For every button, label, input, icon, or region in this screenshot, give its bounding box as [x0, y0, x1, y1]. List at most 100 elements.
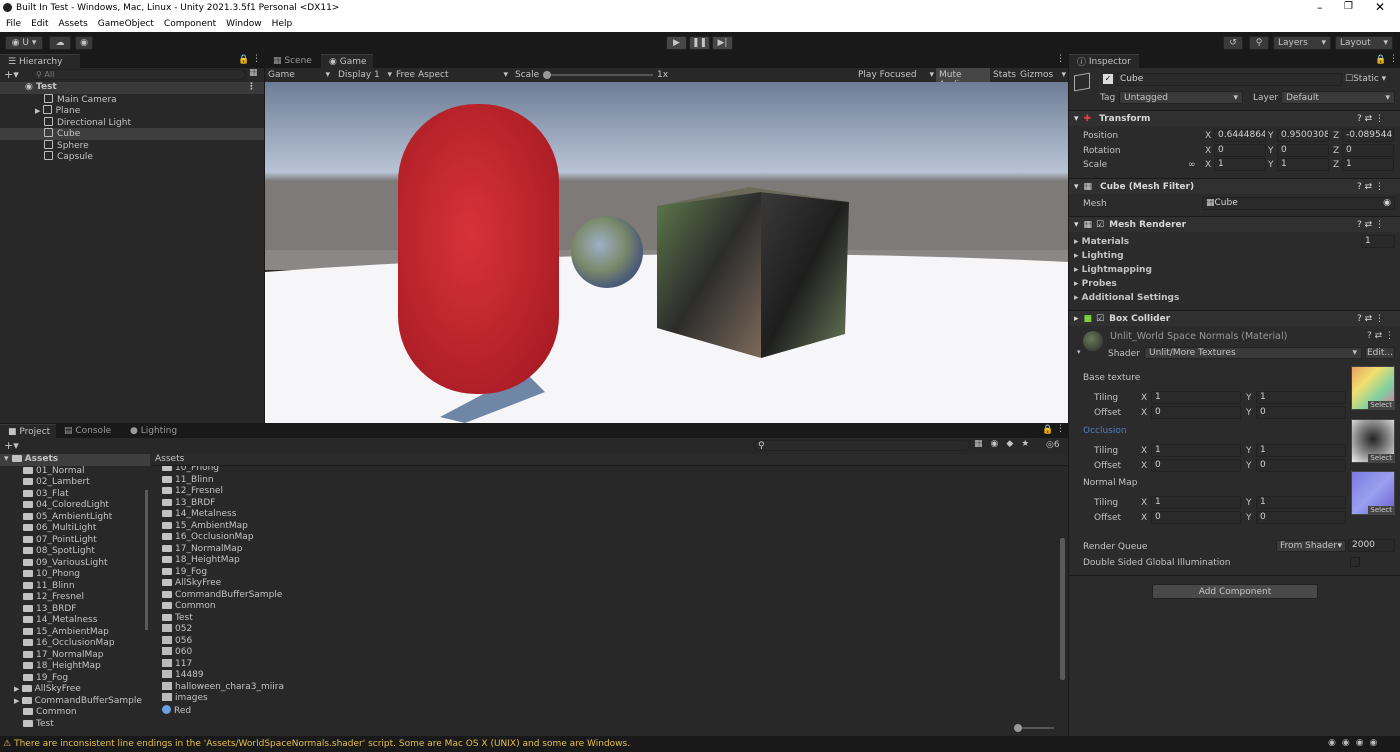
tree-folder-item[interactable]: 14_Metalness: [0, 615, 150, 627]
double-sided-checkbox[interactable]: [1350, 557, 1360, 567]
scale-y-input[interactable]: 1: [1277, 158, 1329, 171]
tree-folder-item[interactable]: 04_ColoredLight: [0, 500, 150, 512]
asset-list-item[interactable]: 052: [162, 624, 1042, 636]
aspect-dropdown[interactable]: Free Aspect ▾: [396, 70, 508, 80]
more-icon[interactable]: ⋮: [1389, 54, 1398, 64]
tree-scrollbar[interactable]: [145, 490, 148, 630]
tree-folder-item[interactable]: Common: [0, 707, 150, 719]
menu-window[interactable]: Window: [226, 19, 262, 29]
asset-list-item[interactable]: 16_OcclusionMap: [162, 532, 1042, 544]
display-dropdown[interactable]: Display 1 ▾: [338, 70, 392, 80]
collab-button[interactable]: ◉: [75, 36, 93, 50]
hierarchy-item[interactable]: Capsule: [0, 151, 264, 163]
offset-x-input[interactable]: 0: [1151, 511, 1241, 524]
layers-dropdown[interactable]: Layers ▾: [1273, 36, 1331, 50]
menu-assets[interactable]: Assets: [59, 19, 88, 29]
component-controls-icons[interactable]: ? ⇄ ⋮: [1367, 331, 1394, 341]
tag-dropdown[interactable]: Untagged ▾: [1119, 91, 1243, 104]
tab-hierarchy[interactable]: ☰ Hierarchy: [0, 54, 80, 68]
mesh-renderer-header[interactable]: ▾ ▦ ☑ Mesh Renderer ? ⇄ ⋮: [1069, 216, 1400, 232]
more-icon[interactable]: ⋮: [252, 54, 261, 64]
rotation-x-input[interactable]: 0: [1214, 144, 1266, 157]
hierarchy-item[interactable]: Sphere: [0, 139, 264, 152]
offset-y-input[interactable]: 0: [1256, 459, 1346, 472]
game-mode-dropdown[interactable]: Game ▾: [268, 70, 330, 80]
asset-list-item[interactable]: 18_HeightMap: [162, 555, 1042, 567]
tab-game[interactable]: ◉ Game: [321, 54, 373, 68]
game-viewport[interactable]: [265, 82, 1068, 423]
asset-list-item[interactable]: Red: [162, 704, 1042, 717]
lock-icon[interactable]: 🔒: [1375, 55, 1386, 65]
object-name-input[interactable]: Cube: [1116, 73, 1342, 86]
lock-icon[interactable]: 🔒: [1042, 425, 1053, 435]
component-controls-icons[interactable]: ? ⇄ ⋮: [1357, 114, 1384, 124]
tree-folder-item[interactable]: ▶ AllSkyFree: [0, 684, 150, 696]
materials-count[interactable]: 1: [1361, 235, 1395, 248]
hierarchy-item-selected[interactable]: Cube: [0, 128, 264, 140]
search-button[interactable]: ⚲: [1249, 36, 1269, 50]
more-icon[interactable]: ⋮: [1056, 424, 1065, 434]
component-controls-icons[interactable]: ? ⇄ ⋮: [1357, 220, 1384, 230]
scale-slider-handle[interactable]: [543, 71, 551, 79]
hierarchy-item[interactable]: ▶ Plane: [0, 105, 264, 117]
transform-header[interactable]: ▾ ✚ Transform ? ⇄ ⋮: [1069, 110, 1400, 126]
project-search-input[interactable]: ⚲: [754, 440, 970, 451]
cloud-button[interactable]: ☁: [49, 36, 71, 50]
link-icon[interactable]: ∞: [1188, 160, 1196, 170]
tree-folder-item[interactable]: 03_Flat: [0, 489, 150, 501]
layer-dropdown[interactable]: Default ▾: [1281, 91, 1395, 104]
offset-x-input[interactable]: 0: [1151, 459, 1241, 472]
tree-folder-item[interactable]: 08_SpotLight: [0, 546, 150, 558]
tree-folder-item[interactable]: 17_NormalMap: [0, 650, 150, 662]
asset-list-item[interactable]: CommandBufferSample: [162, 590, 1042, 602]
mute-audio-toggle[interactable]: Mute Audio: [936, 68, 990, 90]
tree-root[interactable]: ▾ Assets: [0, 454, 150, 466]
materials-foldout[interactable]: ▸ Materials: [1074, 237, 1129, 247]
position-x-input[interactable]: 0.6444864: [1214, 129, 1266, 142]
asset-list-item[interactable]: 19_Fog: [162, 567, 1042, 579]
static-toggle[interactable]: ☐Static ▾: [1345, 74, 1386, 84]
tab-inspector[interactable]: ⓘ Inspector: [1069, 54, 1139, 68]
tree-folder-item[interactable]: 07_PointLight: [0, 535, 150, 547]
asset-list-item[interactable]: Common: [162, 601, 1042, 613]
box-collider-header[interactable]: ▸ ■ ☑ Box Collider ? ⇄ ⋮: [1069, 310, 1400, 326]
pause-button[interactable]: ❚❚: [689, 36, 710, 50]
rotation-z-input[interactable]: 0: [1342, 144, 1394, 157]
add-object-button[interactable]: +▾: [4, 68, 19, 81]
hierarchy-item[interactable]: Main Camera: [0, 93, 264, 106]
scale-x-input[interactable]: 1: [1214, 158, 1266, 171]
tree-folder-item[interactable]: 12_Fresnel: [0, 592, 150, 604]
close-icon[interactable]: ✕: [1375, 0, 1385, 14]
scale-slider[interactable]: [545, 74, 653, 76]
lock-icon[interactable]: 🔒: [238, 55, 249, 65]
tree-folder-item[interactable]: Test: [0, 719, 150, 731]
offset-y-input[interactable]: 0: [1256, 511, 1346, 524]
tree-folder-item[interactable]: 10_Phong: [0, 569, 150, 581]
menu-gameobject[interactable]: GameObject: [98, 19, 154, 29]
offset-y-input[interactable]: 0: [1256, 406, 1346, 419]
asset-list-item[interactable]: 056: [162, 635, 1042, 648]
tiling-x-input[interactable]: 1: [1151, 496, 1241, 509]
layout-dropdown[interactable]: Layout ▾: [1335, 36, 1393, 50]
tree-folder-item[interactable]: 13_BRDF: [0, 604, 150, 616]
offset-x-input[interactable]: 0: [1151, 406, 1241, 419]
expand-arrow-icon[interactable]: ▶: [14, 697, 22, 705]
asset-list-item[interactable]: 117: [162, 658, 1042, 671]
menu-edit[interactable]: Edit: [31, 19, 48, 29]
lighting-foldout[interactable]: ▸ Lighting: [1074, 251, 1124, 261]
icon-size-handle[interactable]: [1014, 724, 1022, 732]
texture-thumbnail[interactable]: Select: [1351, 366, 1395, 410]
tree-folder-item[interactable]: 15_AmbientMap: [0, 627, 150, 639]
render-queue-input[interactable]: 2000: [1348, 539, 1395, 552]
tree-folder-item[interactable]: 19_Fog: [0, 673, 150, 685]
tiling-y-input[interactable]: 1: [1256, 444, 1346, 457]
asset-list-item[interactable]: 12_Fresnel: [162, 486, 1042, 498]
select-label[interactable]: Select: [1368, 506, 1394, 514]
asset-scrollbar[interactable]: [1060, 538, 1065, 680]
select-label[interactable]: Select: [1368, 401, 1394, 409]
asset-list-item[interactable]: 14_Metalness: [162, 509, 1042, 521]
tiling-y-input[interactable]: 1: [1256, 496, 1346, 509]
tree-folder-item[interactable]: 06_MultiLight: [0, 523, 150, 535]
texture-thumbnail[interactable]: Select: [1351, 471, 1395, 515]
enabled-checkbox[interactable]: ☑: [1096, 220, 1104, 230]
